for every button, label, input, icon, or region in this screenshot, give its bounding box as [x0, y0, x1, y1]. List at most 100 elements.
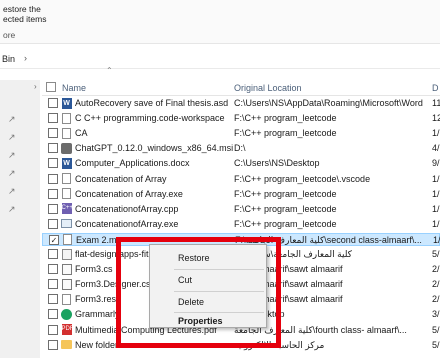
- row-checkbox[interactable]: [48, 279, 58, 290]
- context-properties[interactable]: Properties: [178, 316, 223, 326]
- document-icon: [61, 188, 72, 200]
- column-original-location[interactable]: Original Location: [234, 83, 302, 93]
- file-name: Concatenation of Array: [75, 173, 167, 184]
- document-icon: [61, 127, 72, 139]
- file-date-deleted: 9/: [432, 158, 440, 169]
- chevron-right-icon[interactable]: ›: [34, 82, 37, 91]
- menu-divider: [174, 312, 264, 313]
- file-original-location: F:\C++ program_leetcode: [234, 128, 337, 139]
- file-name: Form3.resx: [75, 294, 121, 305]
- document-icon: [61, 112, 72, 124]
- file-name: flat-design apps-fitr: [75, 249, 152, 259]
- file-row[interactable]: CA F:\C++ program_leetcode 1/: [42, 127, 440, 140]
- file-original-location: C:\Users\NS\Desktop: [234, 158, 320, 169]
- file-name: ConcatenationofArray.cpp: [75, 203, 179, 214]
- file-name: Form3.cs: [75, 264, 113, 275]
- row-checkbox[interactable]: [48, 173, 58, 184]
- column-header: Name Original Location D: [42, 76, 440, 96]
- pin-icon: ↗: [8, 132, 16, 142]
- file-date-deleted: 12: [432, 113, 440, 124]
- row-checkbox[interactable]: [48, 203, 58, 214]
- row-checkbox[interactable]: [48, 113, 58, 124]
- file-row[interactable]: C++ ConcatenationofArray.cpp F:\C++ progra…: [42, 203, 440, 216]
- document-icon: [61, 293, 72, 305]
- file-row[interactable]: C C++ programming.code-workspace F:\C++ p…: [42, 112, 440, 125]
- context-menu: Restore Cut Delete Properties: [149, 244, 267, 328]
- file-date-deleted: 5/: [432, 324, 440, 335]
- context-cut[interactable]: Cut: [178, 275, 192, 285]
- file-row[interactable]: Concatenation of Array.exe F:\C++ program…: [42, 188, 440, 201]
- executable-icon: [61, 218, 72, 230]
- restore-label-line2: ected items: [3, 14, 47, 24]
- row-checkbox[interactable]: [48, 339, 58, 350]
- file-original-location: F:\C++ program_leetcode: [234, 113, 337, 124]
- context-delete[interactable]: Delete: [178, 297, 204, 307]
- csharp-icon: [61, 263, 72, 275]
- file-row[interactable]: ConcatenationofArray.exe F:\C++ program_l…: [42, 218, 440, 231]
- row-checkbox[interactable]: [48, 128, 58, 139]
- row-checkbox[interactable]: [48, 294, 58, 305]
- ribbon-group-caption: ore: [3, 30, 16, 40]
- ribbon: estore the ected items ore: [0, 0, 440, 44]
- file-name: ChatGPT_0.12.0_windows_x86_64.msi: [75, 143, 234, 154]
- chevron-right-icon[interactable]: ›: [24, 53, 27, 63]
- file-name: Computer_Applications.docx: [75, 158, 190, 169]
- file-date-deleted: 5/: [432, 249, 440, 259]
- word-icon: W: [61, 157, 72, 169]
- word-icon: W: [61, 97, 72, 109]
- context-restore[interactable]: Restore: [178, 253, 210, 263]
- file-date-deleted: 2/: [432, 279, 440, 290]
- file-row[interactable]: W Computer_Applications.docx C:\Users\NS\D…: [42, 157, 440, 170]
- pin-icon: ↗: [8, 168, 16, 178]
- file-name: ConcatenationofArray.exe: [75, 218, 179, 229]
- row-checkbox[interactable]: [48, 249, 58, 259]
- file-original-location: C:\Users\NS\AppData\Roaming\Microsoft\Wo…: [234, 98, 423, 108]
- file-date-deleted: 2/: [432, 294, 440, 305]
- pin-icon: ↗: [8, 150, 16, 160]
- column-date-deleted[interactable]: D: [432, 83, 439, 93]
- file-date-deleted: 1/: [432, 188, 440, 199]
- pin-icon: ↗: [8, 114, 16, 124]
- row-checkbox[interactable]: [48, 98, 58, 108]
- menu-divider: [174, 269, 264, 270]
- restore-selected-items-button[interactable]: estore the ected items: [3, 4, 63, 24]
- pdf-icon: PDF: [61, 324, 74, 336]
- file-row[interactable]: W AutoRecovery save of Final thesis.asd C:…: [42, 97, 440, 110]
- file-original-location: D:\: [234, 143, 246, 154]
- row-checkbox[interactable]: [48, 324, 58, 335]
- file-row[interactable]: New folder مركز الحاسبة الالكترونية 5/: [42, 339, 440, 352]
- file-name: CA: [75, 128, 88, 139]
- sort-ascending-icon: ⌃: [106, 66, 113, 75]
- row-checkbox[interactable]: [48, 218, 58, 229]
- file-original-location: F:\C++ program_leetcode: [234, 188, 337, 199]
- file-original-location: F:\C++ program_leetcode: [234, 203, 337, 214]
- restore-label-line1: estore the: [3, 4, 41, 14]
- file-date-deleted: 2/: [432, 264, 440, 275]
- row-checkbox[interactable]: [48, 309, 58, 320]
- row-checkbox[interactable]: ✓: [49, 234, 59, 245]
- file-original-location: F:\C++ program_leetcode: [234, 218, 337, 229]
- app-icon: [61, 308, 72, 320]
- file-original-location: F:\C++ program_leetcode\.vscode: [234, 173, 371, 184]
- file-name: AutoRecovery save of Final thesis.asd: [75, 98, 229, 108]
- file-date-deleted: 1/: [432, 128, 440, 139]
- address-bar[interactable]: Bin ›: [0, 49, 440, 69]
- file-name: New folder: [75, 339, 119, 350]
- file-row[interactable]: Concatenation of Array F:\C++ program_lee…: [42, 173, 440, 186]
- breadcrumb-recycle-bin[interactable]: Bin: [2, 54, 15, 64]
- row-checkbox[interactable]: [48, 188, 58, 199]
- row-checkbox[interactable]: [48, 264, 58, 275]
- file-date-deleted: 4/: [432, 143, 440, 154]
- file-date-deleted: 1/: [432, 203, 440, 214]
- file-date-deleted: 1/: [432, 218, 440, 229]
- file-row[interactable]: ChatGPT_0.12.0_windows_x86_64.msi D:\ 4/: [42, 142, 440, 155]
- select-all-checkbox[interactable]: [46, 82, 56, 92]
- file-name: Concatenation of Array.exe: [75, 188, 183, 199]
- document-icon: [62, 234, 73, 246]
- file-date-deleted: 1/: [432, 173, 440, 184]
- column-name[interactable]: Name: [62, 83, 86, 93]
- row-checkbox[interactable]: [48, 158, 58, 169]
- pin-icon: ↗: [8, 204, 16, 214]
- navigation-pane[interactable]: ↗ ↗ ↗ ↗ ↗ ↗: [0, 80, 40, 358]
- row-checkbox[interactable]: [48, 143, 58, 154]
